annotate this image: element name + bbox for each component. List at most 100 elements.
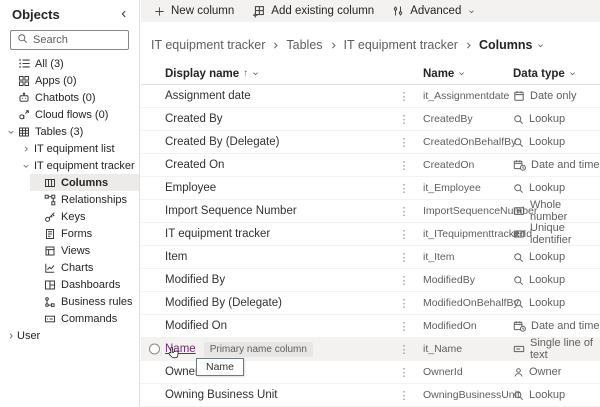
table-row[interactable]: Created By ⋮ CreatedBy Lookup (141, 108, 600, 131)
sidebar-item-dashboards[interactable]: Dashboards (0, 276, 139, 293)
sidebar-item-columns[interactable]: Columns (0, 174, 139, 191)
chevron-right-icon[interactable] (20, 145, 32, 153)
schema-name-cell: ModifiedOn (423, 315, 477, 337)
sidebar-item-keys[interactable]: Keys (0, 208, 139, 225)
table-row[interactable]: IT equipment tracker⋮it_ITequipmenttrack… (141, 223, 600, 246)
date-time-icon (513, 159, 526, 171)
table-row[interactable]: Item⋮it_ItemLookup (141, 246, 600, 269)
table-row[interactable]: Created On⋮CreatedOnDate and time (141, 154, 600, 177)
row-commands-button[interactable]: ⋮ (397, 361, 411, 383)
schema-name-cell: it_Assignmentdate (423, 85, 509, 107)
new-column-button[interactable]: New column (145, 0, 243, 22)
apps-icon (17, 75, 31, 87)
row-commands-button[interactable]: ⋮ (397, 384, 411, 406)
column-header-name[interactable]: Name (423, 63, 465, 84)
breadcrumb-item-columns-3[interactable]: Columns (479, 38, 532, 52)
column-header-display-name[interactable]: Display name ↑ (165, 63, 259, 84)
sidebar-item-chatbots-0[interactable]: Chatbots (0) (0, 89, 139, 106)
row-commands-button[interactable]: ⋮ (397, 177, 411, 199)
display-name-cell: Employee (165, 177, 216, 199)
sidebar-item-views[interactable]: Views (0, 242, 139, 259)
sidebar-item-apps-0[interactable]: Apps (0) (0, 72, 139, 89)
breadcrumb-item-tables-1[interactable]: Tables (286, 38, 322, 52)
data-type-cell: Lookup (513, 177, 565, 199)
sidebar-item-it-equipment-list[interactable]: IT equipment list (0, 140, 139, 157)
data-type-label: Lookup (529, 113, 565, 125)
data-type-label: Whole number (530, 199, 600, 223)
table-row[interactable]: NamePrimary name column⋮it_NameSingle li… (141, 338, 600, 361)
sidebar-item-relationships[interactable]: Relationships (0, 191, 139, 208)
chatbot-icon (17, 92, 31, 104)
add-existing-column-icon (252, 5, 265, 18)
table-row[interactable]: Created By (Delegate)⋮CreatedOnBehalfByL… (141, 131, 600, 154)
sidebar-item-commands[interactable]: Commands (0, 310, 139, 327)
table-row[interactable]: Modified On⋮ModifiedOnDate and time (141, 315, 600, 338)
sort-ascending-icon: ↑ (243, 68, 248, 79)
data-type-label: Date and time (531, 320, 599, 332)
row-commands-button[interactable]: ⋮ (397, 200, 411, 222)
chevron-down-icon[interactable] (5, 128, 17, 136)
row-radio-button[interactable] (149, 344, 160, 355)
sidebar-item-label: Chatbots (0) (35, 92, 96, 104)
schema-name-cell: ModifiedBy (423, 269, 475, 291)
table-row[interactable]: Assignment date⋮it_AssignmentdateDate on… (141, 85, 600, 108)
data-type-label: Date only (530, 90, 576, 102)
plus-icon (154, 6, 165, 17)
row-commands-button[interactable]: ⋮ (397, 154, 411, 176)
sidebar-item-all-3[interactable]: All (3) (0, 55, 139, 72)
sidebar-item-charts[interactable]: Charts (0, 259, 139, 276)
row-commands-button[interactable]: ⋮ (397, 338, 411, 360)
row-commands-button[interactable]: ⋮ (397, 269, 411, 291)
display-name-text: Created On (165, 159, 224, 171)
table-row[interactable]: Modified By⋮ModifiedByLookup (141, 269, 600, 292)
row-commands-button[interactable]: ⋮ (397, 315, 411, 337)
sidebar-item-it-equipment-tracker[interactable]: IT equipment tracker (0, 157, 139, 174)
display-name-cell: Created By (165, 108, 223, 130)
sidebar-item-tables-3[interactable]: Tables (3) (0, 123, 139, 140)
toolbar-button-label: Add existing column (271, 5, 374, 17)
primary-name-link[interactable]: Name (165, 343, 196, 355)
data-type-cell: Date and time (513, 315, 599, 337)
table-row[interactable]: Modified By (Delegate)⋮ModifiedOnBehalfB… (141, 292, 600, 315)
row-commands-button[interactable]: ⋮ (397, 223, 411, 245)
row-commands-button[interactable]: ⋮ (397, 85, 411, 107)
sidebar-item-user[interactable]: User (0, 327, 139, 344)
table-row[interactable]: Import Sequence Number⋮ImportSequenceNum… (141, 200, 600, 223)
column-header-data-type[interactable]: Data type (513, 63, 576, 84)
search-input[interactable] (33, 34, 122, 46)
sidebar-item-cloud-flows-0[interactable]: Cloud flows (0) (0, 106, 139, 123)
row-commands-button[interactable]: ⋮ (397, 246, 411, 268)
breadcrumb-item-it-equipment-tracker-0[interactable]: IT equipment tracker (151, 38, 265, 52)
chevron-down-icon (468, 8, 475, 15)
advanced-button[interactable]: Advanced (383, 0, 484, 22)
data-type-label: Lookup (529, 297, 565, 309)
commands-icon (43, 313, 57, 325)
table-header: Display name ↑ Name Data type (141, 63, 600, 85)
table-row[interactable]: Owning Business Unit⋮OwningBusinessUnitL… (141, 384, 600, 407)
display-name-text: Modified By (165, 274, 225, 286)
add-existing-column-button[interactable]: Add existing column (243, 0, 383, 22)
collapse-sidebar-button[interactable] (119, 7, 129, 22)
table-row[interactable]: Employee⋮it_EmployeeLookup (141, 177, 600, 200)
whole-number-icon (513, 205, 525, 217)
display-name-text: Owner (165, 366, 199, 378)
bullet-list-icon (17, 57, 31, 70)
schema-name-cell: CreatedBy (423, 108, 473, 130)
objects-sidebar: Objects All (3)Apps (0)Chatbots (0)Cloud… (0, 0, 140, 407)
chevron-right-icon[interactable] (5, 332, 17, 340)
search-box[interactable] (10, 30, 129, 50)
row-commands-button[interactable]: ⋮ (397, 131, 411, 153)
chevron-down-icon[interactable] (20, 162, 32, 170)
data-type-cell: Whole number (513, 200, 600, 222)
row-commands-button[interactable]: ⋮ (397, 292, 411, 314)
sidebar-item-business-rules[interactable]: Business rules (0, 293, 139, 310)
chevron-down-icon (458, 70, 465, 77)
data-type-label: Unique identifier (530, 222, 600, 246)
schema-name-cell: it_Name (423, 338, 462, 360)
sidebar-item-label: IT equipment tracker (34, 160, 135, 172)
data-type-cell: Lookup (513, 384, 565, 406)
breadcrumb-item-it-equipment-tracker-2[interactable]: IT equipment tracker (344, 38, 458, 52)
breadcrumb-separator-icon (265, 41, 286, 50)
sidebar-item-forms[interactable]: Forms (0, 225, 139, 242)
row-commands-button[interactable]: ⋮ (397, 108, 411, 130)
